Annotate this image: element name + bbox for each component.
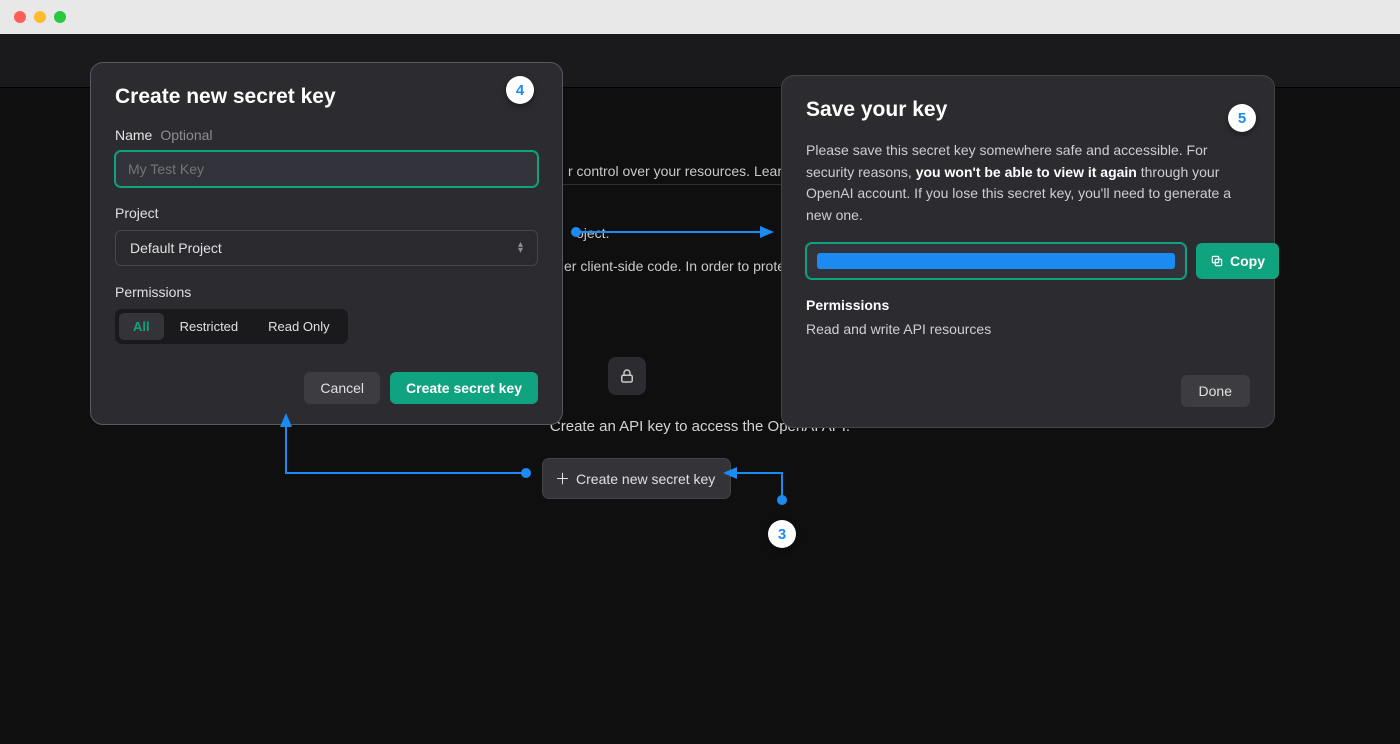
create-secret-key-submit-button[interactable]: Create secret key (390, 372, 538, 404)
permission-restricted-option[interactable]: Restricted (166, 313, 253, 340)
copy-icon (1210, 254, 1224, 268)
lock-icon (618, 367, 636, 385)
lock-icon-container (608, 357, 646, 395)
project-select[interactable]: Default Project ▴▾ (115, 230, 538, 266)
minimize-window-button[interactable] (34, 11, 46, 23)
bg-text-line3: er client-side code. In order to prote (564, 258, 785, 274)
redacted-key-value (817, 253, 1175, 269)
permission-all-option[interactable]: All (119, 313, 164, 340)
annotation-step-5: 5 (1228, 104, 1256, 132)
bg-text-line1: r control over your resources. Learn (568, 163, 790, 179)
permissions-segmented-control: All Restricted Read Only (115, 309, 348, 344)
create-button-label: Create new secret key (576, 471, 715, 487)
maximize-window-button[interactable] (54, 11, 66, 23)
save-key-description: Please save this secret key somewhere sa… (806, 140, 1250, 227)
copy-key-button[interactable]: Copy (1196, 243, 1279, 279)
permission-readonly-option[interactable]: Read Only (254, 313, 343, 340)
permissions-label: Permissions (115, 284, 538, 300)
create-secret-key-dialog: Create new secret key Name Optional Proj… (90, 62, 563, 425)
done-button[interactable]: Done (1181, 375, 1250, 407)
annotation-step-3: 3 (768, 520, 796, 548)
key-name-input[interactable] (115, 151, 538, 187)
bg-text-line2: oject. (576, 225, 609, 241)
permissions-description: Read and write API resources (806, 321, 1250, 337)
annotation-step-4: 4 (506, 76, 534, 104)
select-chevron-icon: ▴▾ (518, 242, 523, 254)
dialog-title: Create new secret key (115, 85, 538, 109)
dialog-title: Save your key (806, 98, 1250, 122)
save-your-key-dialog: Save your key Please save this secret ke… (781, 75, 1275, 428)
permissions-title: Permissions (806, 297, 1250, 313)
plus-icon: ＋ (555, 468, 570, 489)
project-selected-value: Default Project (130, 240, 222, 256)
name-label: Name (115, 127, 152, 143)
name-optional-label: Optional (160, 127, 212, 143)
create-new-secret-key-button[interactable]: ＋ Create new secret key (542, 458, 731, 499)
secret-key-field[interactable] (806, 243, 1186, 279)
close-window-button[interactable] (14, 11, 26, 23)
project-label: Project (115, 205, 538, 221)
window-titlebar (0, 0, 1400, 34)
cancel-button[interactable]: Cancel (304, 372, 380, 404)
